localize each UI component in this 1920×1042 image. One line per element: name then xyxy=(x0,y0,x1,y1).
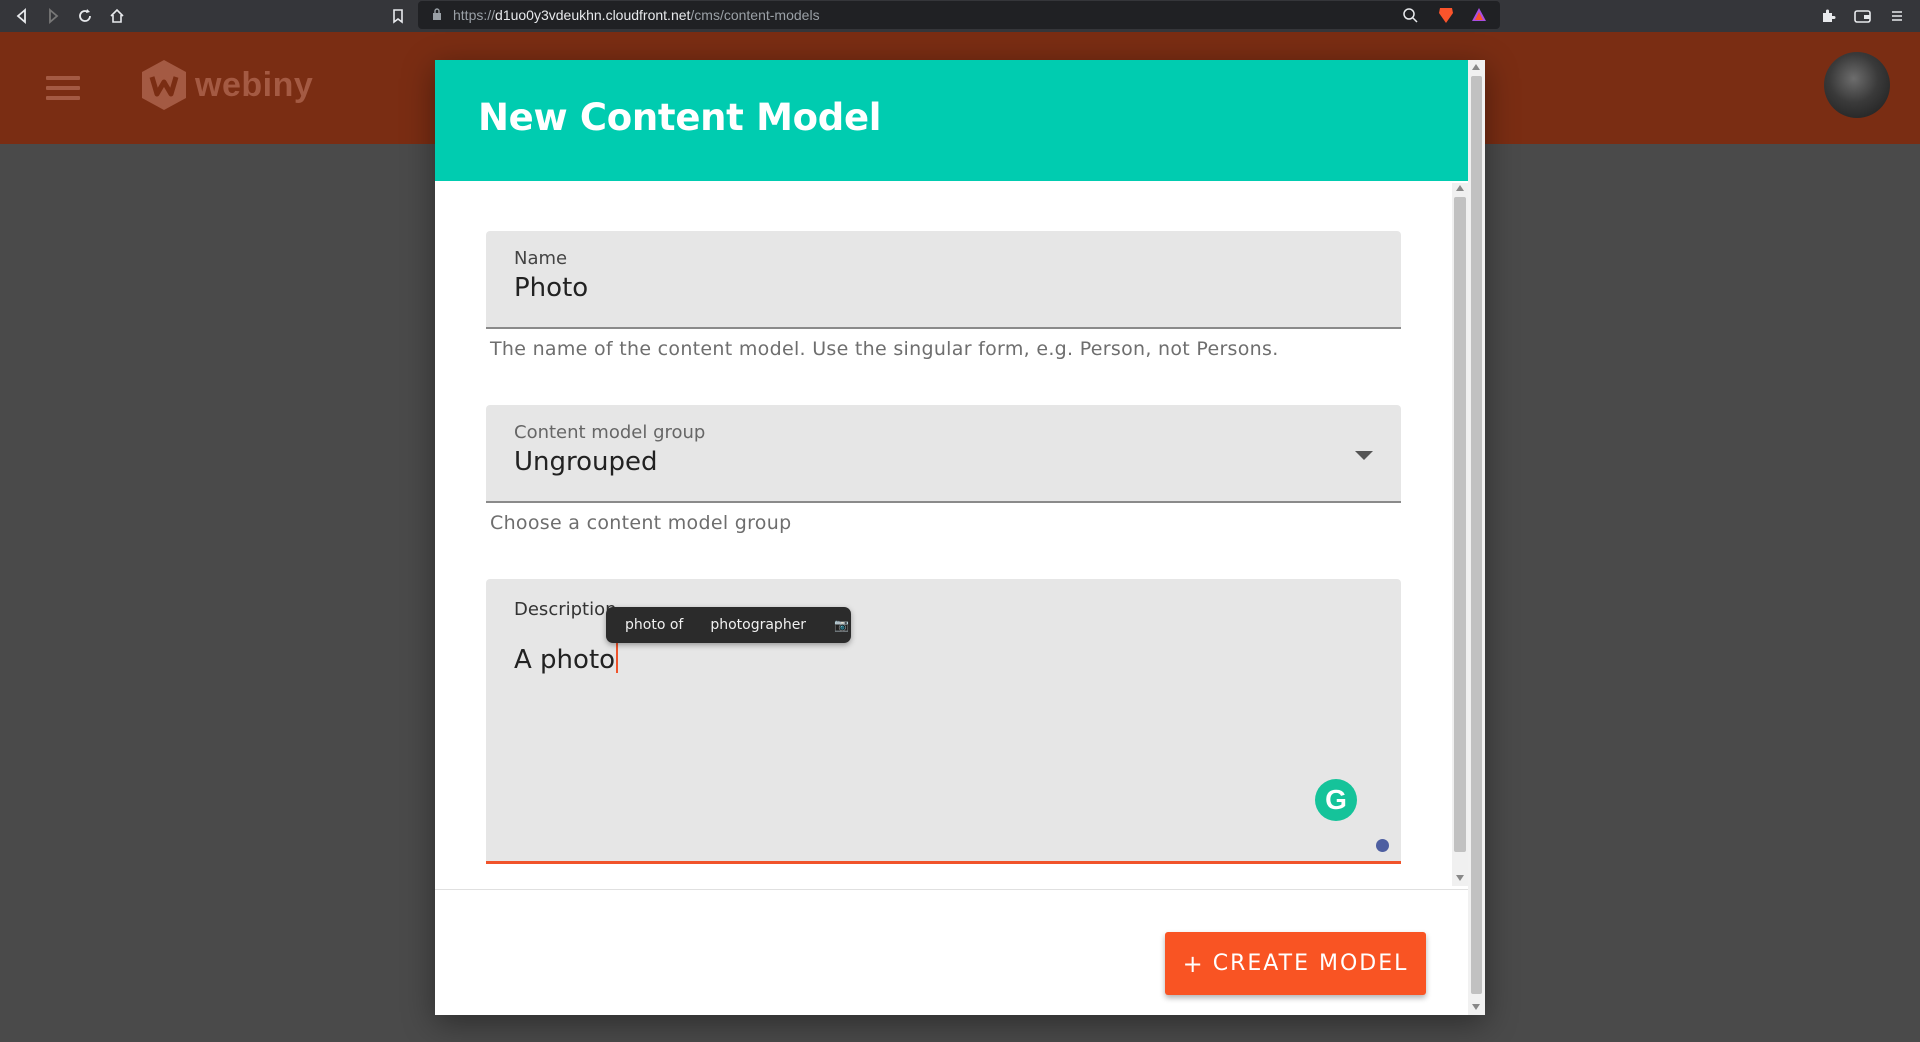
webiny-hex-icon xyxy=(142,60,186,110)
new-content-model-dialog: New Content Model xyxy=(435,60,1485,1015)
suggestion-item[interactable]: photo of xyxy=(625,617,683,633)
brave-shield-icon[interactable] xyxy=(1436,5,1456,30)
dialog-scrollbar[interactable] xyxy=(1468,60,1485,1015)
webiny-logo[interactable]: webiny xyxy=(139,58,313,112)
name-field-value: Photo xyxy=(514,273,589,303)
forward-icon[interactable] xyxy=(41,4,65,28)
user-avatar[interactable] xyxy=(1824,52,1890,118)
scroll-up-arrow-icon[interactable] xyxy=(1456,185,1464,191)
dialog-header: New Content Model xyxy=(435,60,1468,181)
brave-rewards-icon[interactable] xyxy=(1470,6,1488,29)
name-field-helper: The name of the content model. Use the s… xyxy=(490,338,1279,360)
wallet-icon[interactable] xyxy=(1851,4,1875,28)
suggestion-item[interactable]: photographer xyxy=(710,617,806,633)
camera-emoji-suggestion-icon[interactable]: 📷 xyxy=(834,618,849,632)
reload-icon[interactable] xyxy=(73,4,97,28)
autocomplete-suggestions: photo of photographer 📷 xyxy=(606,607,851,643)
description-field-value: A photo xyxy=(514,643,619,675)
create-model-label: CREATE MODEL xyxy=(1212,951,1409,976)
home-icon[interactable] xyxy=(105,4,129,28)
grammarly-icon[interactable]: G xyxy=(1315,779,1357,821)
name-field[interactable]: Name Photo xyxy=(486,231,1401,329)
description-field-label: Description xyxy=(514,599,617,620)
create-model-button[interactable]: + CREATE MODEL xyxy=(1165,932,1426,995)
content-model-group-select[interactable]: Content model group Ungrouped xyxy=(486,405,1401,503)
menu-icon[interactable] xyxy=(1885,4,1909,28)
lock-icon xyxy=(432,8,442,26)
bookmark-icon[interactable] xyxy=(386,4,410,28)
text-caret xyxy=(616,643,619,673)
dialog-body-scrollbar[interactable] xyxy=(1452,183,1468,886)
logo-text: webiny xyxy=(195,65,314,104)
group-field-label: Content model group xyxy=(514,422,706,443)
scroll-up-arrow-icon[interactable] xyxy=(1472,64,1480,70)
zoom-icon[interactable] xyxy=(1402,7,1418,28)
scroll-down-arrow-icon[interactable] xyxy=(1456,875,1464,881)
url-text: https://d1uo0y3vdeukhn.cloudfront.net/cm… xyxy=(453,7,820,23)
group-field-value: Ungrouped xyxy=(514,447,658,477)
extensions-icon[interactable] xyxy=(1816,4,1840,28)
back-icon[interactable] xyxy=(10,4,34,28)
hamburger-menu-icon[interactable] xyxy=(46,76,80,100)
dropdown-arrow-icon[interactable] xyxy=(1355,451,1373,460)
browser-toolbar: https://d1uo0y3vdeukhn.cloudfront.net/cm… xyxy=(0,0,1920,32)
name-field-label: Name xyxy=(514,248,568,269)
scrollbar-thumb[interactable] xyxy=(1454,197,1466,852)
scroll-down-arrow-icon[interactable] xyxy=(1472,1004,1480,1010)
group-field-helper: Choose a content model group xyxy=(490,512,792,534)
dialog-title: New Content Model xyxy=(478,96,882,139)
address-bar[interactable]: https://d1uo0y3vdeukhn.cloudfront.net/cm… xyxy=(418,1,1500,29)
plus-icon: + xyxy=(1182,949,1205,978)
dialog-footer-divider xyxy=(435,889,1468,890)
scrollbar-thumb[interactable] xyxy=(1471,76,1482,994)
status-dot-icon[interactable] xyxy=(1376,839,1389,852)
